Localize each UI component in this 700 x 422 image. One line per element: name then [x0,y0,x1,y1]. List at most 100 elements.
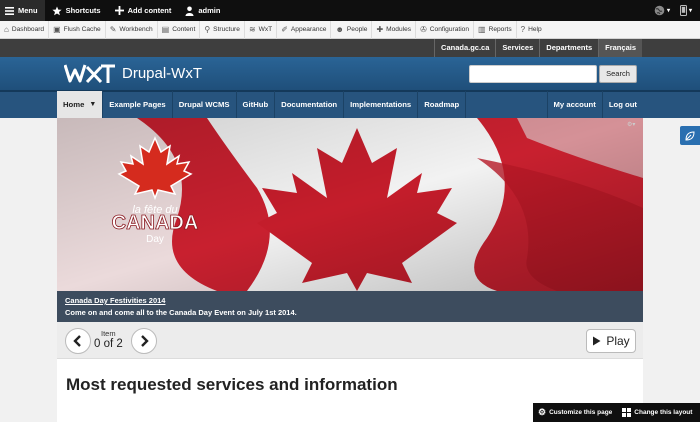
tray-item-label: Modules [386,26,412,33]
tray-item-wxt[interactable]: ≋ WxT [245,20,278,39]
tray-item-label: Configuration [429,26,470,33]
customize-page-button[interactable]: ⚙ Customize this page [533,407,617,418]
user-button[interactable]: admin [178,0,227,21]
search-input[interactable] [469,65,597,83]
chevron-right-icon [141,335,149,347]
nav-item-log-out[interactable]: Log out [601,91,643,118]
menu-label: Menu [18,6,38,15]
leaf-icon [685,130,695,141]
next-button[interactable] [131,328,157,354]
add-content-button[interactable]: Add content [108,0,179,21]
play-label: Play [606,334,630,348]
language-globe-button[interactable]: ▾ [654,5,670,16]
menu-button[interactable]: Menu [0,0,45,21]
layout-icon [622,408,632,417]
tray-item-content[interactable]: ▤ Content [158,20,201,39]
caret-down-icon: ▼ [89,101,97,108]
carousel-caption: Canada Day Festivities 2014 Come on and … [57,291,643,322]
user-label: admin [198,6,221,15]
tray-item-people[interactable]: ☻ People [331,20,373,39]
hamburger-icon [5,6,14,15]
page-gutter-left [0,118,57,422]
tray-item-reports[interactable]: ▥ Reports [474,20,517,39]
wxt-icon: ≋ [248,24,256,34]
panels-ipe-bar: ⚙ Customize this page Change this layout [533,403,700,422]
change-layout-button[interactable]: Change this layout [617,408,697,417]
previous-button[interactable] [65,328,91,354]
configuration-icon: ✇ [420,24,427,34]
site-name[interactable]: Drupal-WxT [122,65,202,82]
people-icon: ☻ [335,24,344,34]
tray-item-dashboard[interactable]: ⌂ Dashboard [0,20,50,39]
tray-item-label: Dashboard [11,26,45,33]
item-label: Item [101,329,116,338]
caret-down-icon: ▾ [688,8,692,14]
tray-item-label: Help [528,26,542,33]
tray-item-label: Reports [488,26,512,33]
star-icon [51,6,62,15]
tray-item-appearance[interactable]: ✐ Appearance [277,20,332,39]
caret-down-icon: ▾ [666,8,670,14]
tray-item-label: Content [172,26,196,33]
tray-item-label: Structure [213,26,240,33]
gc-navigation-bar: Canada.gc.ca Services Departments França… [0,39,700,57]
tray-item-modules[interactable]: ✚ Modules [372,20,417,39]
play-icon [593,336,601,346]
content-icon: ▤ [161,24,170,34]
gear-icon[interactable]: ⚙▾ [627,121,639,128]
nav-item-implementations[interactable]: Implementations [344,91,419,118]
nav-item-home[interactable]: Home ▼ [57,91,104,118]
nav-item-drupal-wcms[interactable]: Drupal WCMS [173,91,237,118]
phone-icon [679,5,687,16]
user-icon [185,6,194,16]
nav-item-my-account[interactable]: My account [546,91,602,118]
gc-link-canada[interactable]: Canada.gc.ca [434,39,495,57]
caption-text: Come on and come all to the Canada Day E… [65,308,297,317]
play-button[interactable]: Play [586,329,636,353]
tray-item-label: Appearance [290,26,327,33]
nav-item-roadmap[interactable]: Roadmap [418,91,467,118]
tray-item-structure[interactable]: ⚲ Structure [200,20,245,39]
gc-link-services[interactable]: Services [495,39,539,57]
tray-item-label: Flush Cache [63,26,101,33]
nav-item-example-pages[interactable]: Example Pages [103,91,173,118]
feedback-tab[interactable] [680,126,700,145]
carousel-image[interactable]: la fête du CANADA Day [57,118,643,291]
add-content-label: Add content [127,6,172,15]
admin-toolbar: Menu Shortcuts Add content admin ▾ ▾ [0,0,700,21]
main-nav: Home ▼ Example Pages Drupal WCMS GitHub … [57,91,643,118]
structure-icon: ⚲ [204,24,211,34]
nav-item-label: Home [63,100,85,109]
appearance-icon: ✐ [281,24,288,34]
shortcuts-button[interactable]: Shortcuts [45,0,108,21]
shortcuts-label: Shortcuts [65,6,101,15]
language-toggle-link[interactable]: Français [598,39,642,57]
tray-item-flush-cache[interactable]: ▣ Flush Cache [49,20,106,39]
canada-flag-image: la fête du CANADA Day [57,118,643,291]
search-button[interactable]: Search [599,65,637,83]
change-layout-label: Change this layout [634,409,693,416]
gc-link-departments[interactable]: Departments [539,39,598,57]
chevron-left-icon [73,335,81,347]
customize-label: Customize this page [549,409,613,416]
nav-item-documentation[interactable]: Documentation [275,91,345,118]
nav-item-github[interactable]: GitHub [237,91,276,118]
section-heading: Most requested services and information [66,375,398,394]
wxt-logo[interactable] [64,62,116,86]
plus-icon [114,6,124,15]
globe-icon [654,5,665,16]
badge-line2: CANADA [112,212,199,234]
tray-item-help[interactable]: ? Help [517,21,546,39]
workbench-icon: ✎ [109,24,117,34]
tray-item-label: People [346,26,368,33]
flush-cache-icon: ▣ [53,24,61,34]
tray-item-configuration[interactable]: ✇ Configuration [416,20,475,39]
modules-icon: ✚ [376,24,384,34]
device-button[interactable]: ▾ [679,5,692,16]
badge-line3: Day [146,234,164,245]
caption-title-link[interactable]: Canada Day Festivities 2014 [65,296,635,305]
admin-tray: ⌂ Dashboard ▣ Flush Cache ✎ Workbench ▤ Cont… [0,20,700,39]
tray-item-label: Workbench [119,26,153,33]
tray-item-workbench[interactable]: ✎ Workbench [106,20,158,39]
dashboard-icon: ⌂ [4,24,9,34]
